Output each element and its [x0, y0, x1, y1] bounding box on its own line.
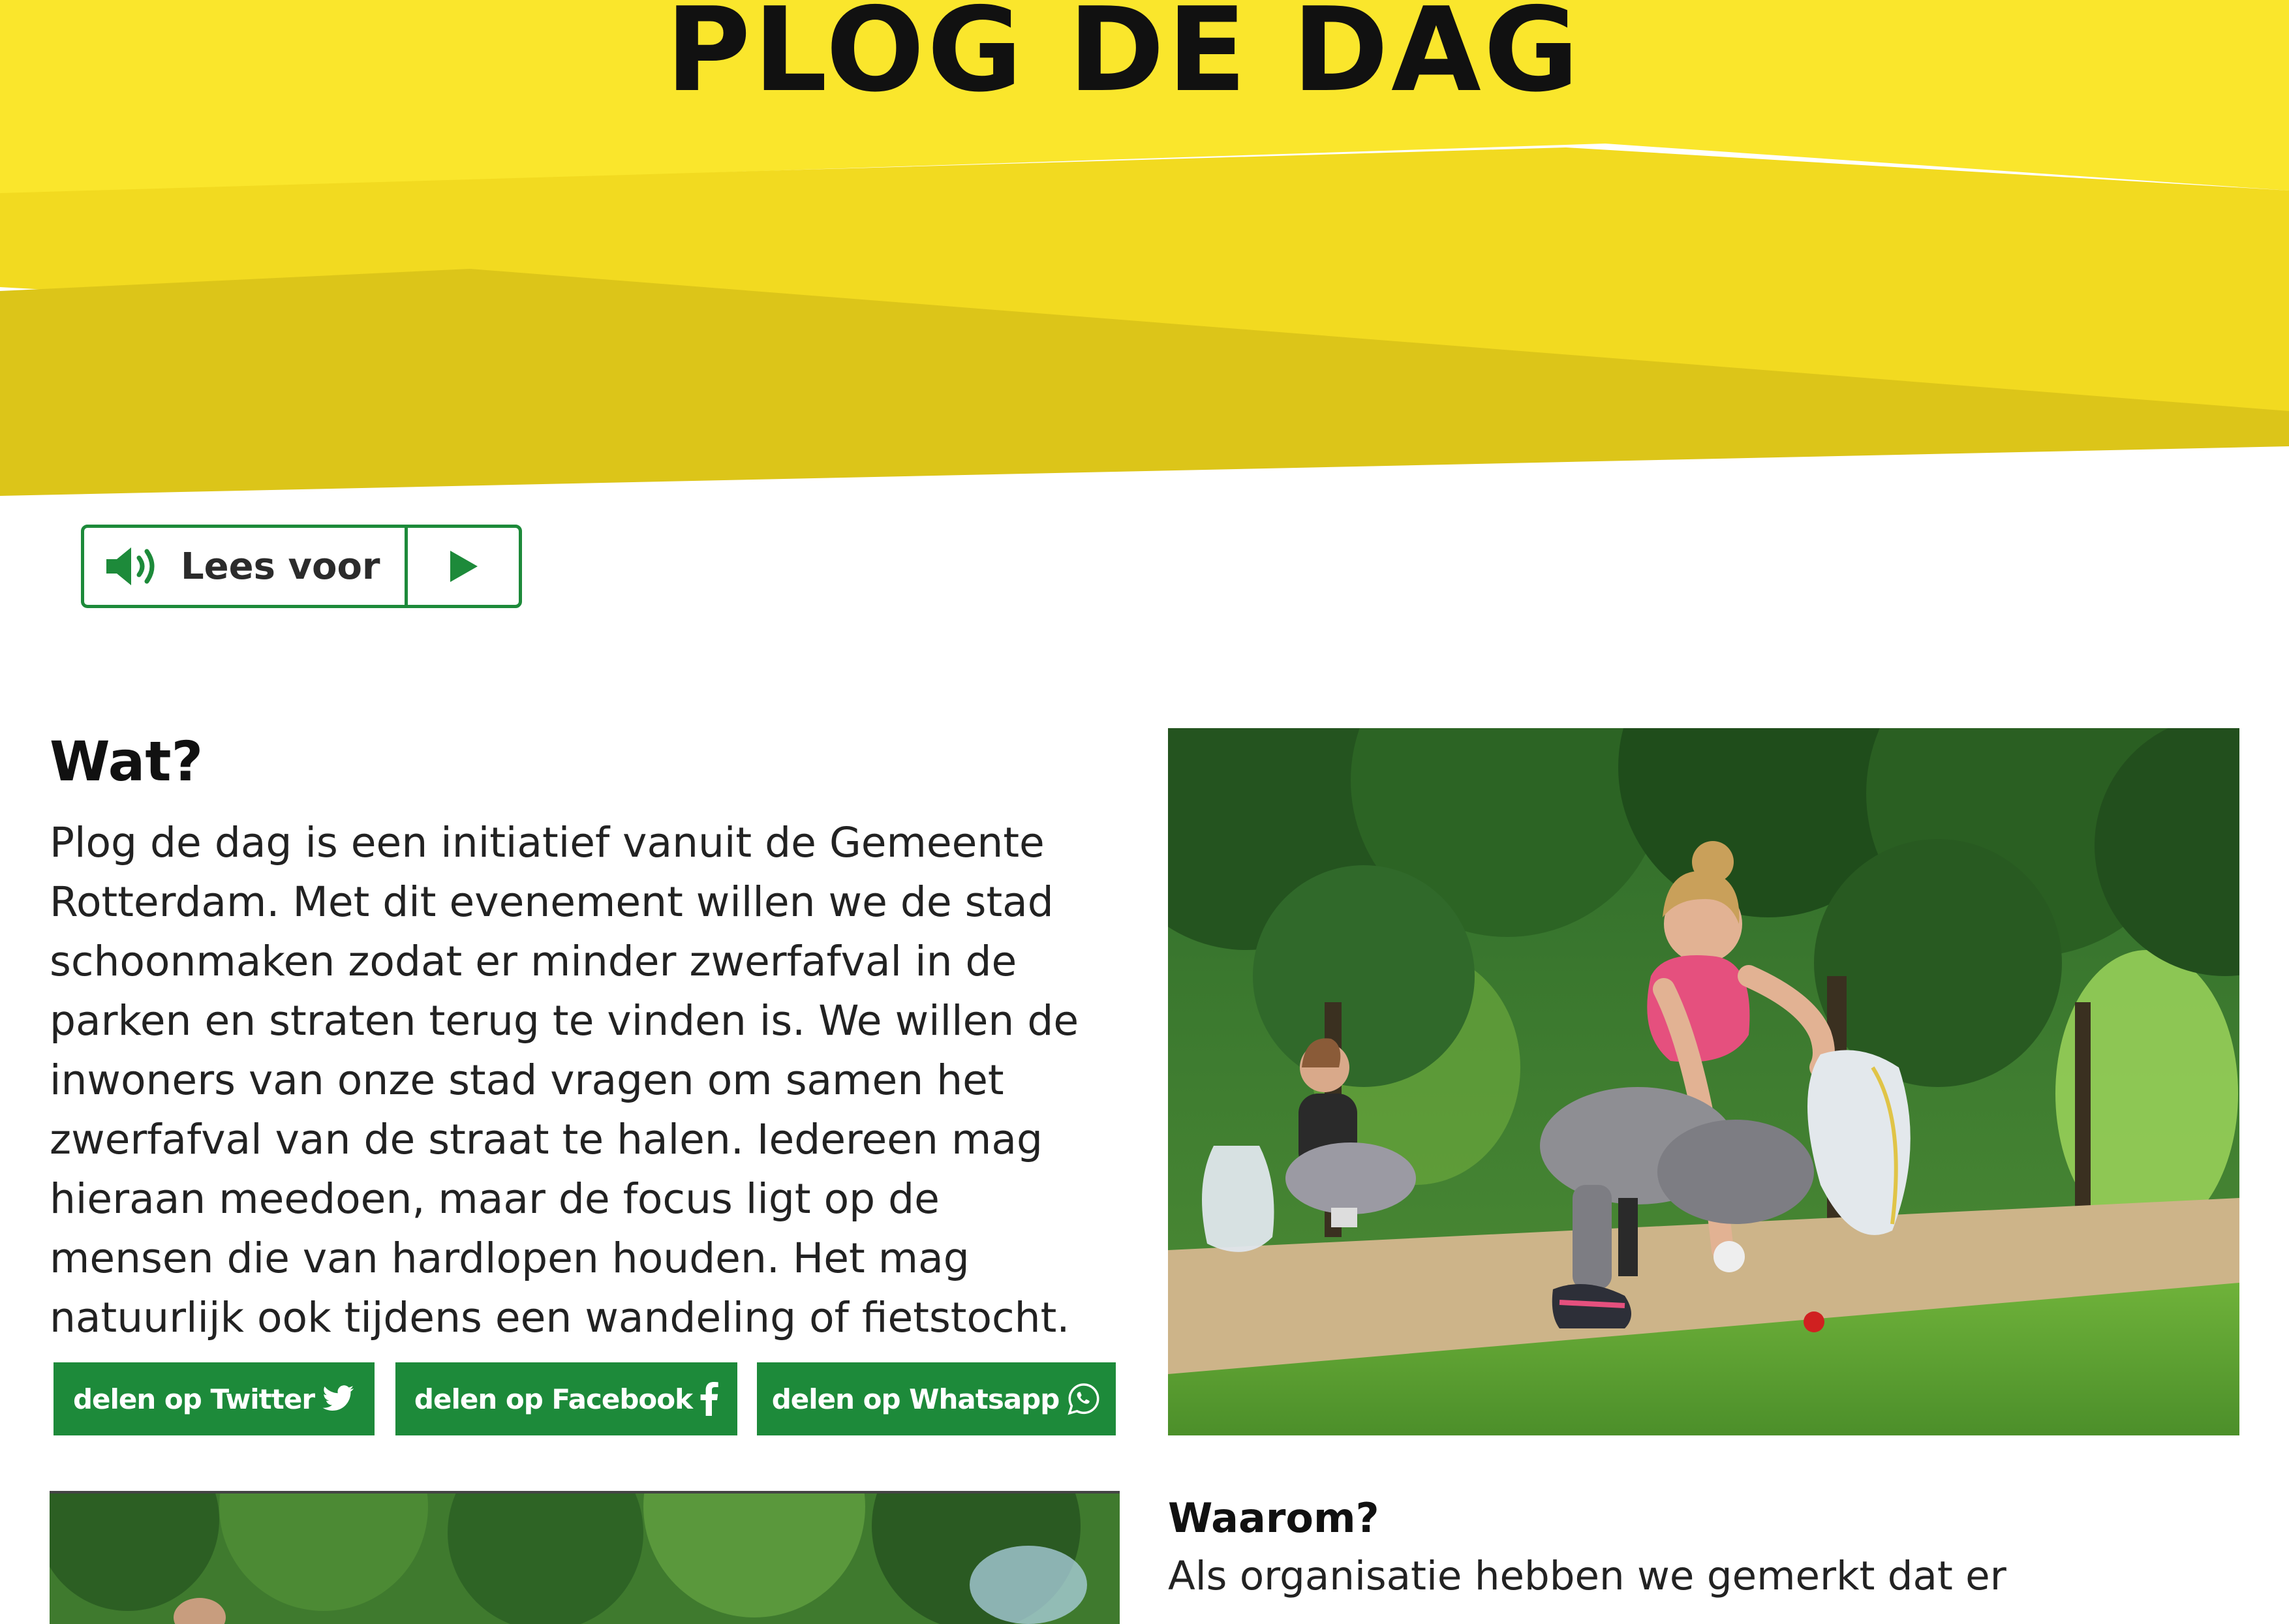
section-heading-wat: Wat? [50, 729, 204, 793]
share-twitter-label: delen op Twitter [72, 1383, 315, 1415]
share-whatsapp-button[interactable]: delen op Whatsapp [757, 1362, 1116, 1435]
read-aloud-label: Lees voor [181, 545, 380, 588]
secondary-photo [50, 1491, 1120, 1624]
header-banner: PLOG DE DAG [0, 0, 2289, 509]
plogging-illustration [1168, 728, 2239, 1435]
share-facebook-button[interactable]: delen op Facebook [395, 1362, 737, 1435]
whatsapp-icon [1067, 1382, 1101, 1416]
play-icon [445, 547, 482, 586]
waarom-paragraph-first-line: Als organisatie hebben we gemerkt dat er [1168, 1553, 2006, 1599]
paragraph-line: schoonmaken zodat er minder zwerfafval i… [50, 938, 1017, 985]
secondary-photo-illustration [50, 1494, 1120, 1624]
paragraph-line: natuurlijk ook tijdens een wandeling of … [50, 1294, 1070, 1341]
page-title: PLOG DE DAG [666, 0, 1582, 117]
paragraph-line: hieraan meedoen, maar de focus ligt op d… [50, 1175, 940, 1223]
share-facebook-label: delen op Facebook [414, 1383, 693, 1415]
paragraph-line: inwoners van onze stad vragen om samen h… [50, 1056, 1004, 1104]
paragraph-line: zwerfafval van de straat te halen. Ieder… [50, 1116, 1043, 1163]
facebook-icon [700, 1382, 718, 1416]
wat-paragraph: Plog de dag is een initiatief vanuit de … [50, 813, 1133, 1347]
paragraph-line: parken en straten terug te vinden is. We… [50, 997, 1079, 1045]
read-aloud-button[interactable]: Lees voor [84, 528, 408, 605]
share-whatsapp-label: delen op Whatsapp [771, 1383, 1060, 1415]
play-button[interactable] [408, 528, 519, 605]
twitter-icon [322, 1385, 355, 1413]
plogging-photo [1168, 728, 2239, 1435]
read-aloud-widget: Lees voor [81, 525, 522, 608]
paragraph-line: Rotterdam. Met dit evenement willen we d… [50, 878, 1054, 926]
share-twitter-button[interactable]: delen op Twitter [54, 1362, 375, 1435]
paragraph-line: Plog de dag is een initiatief vanuit de … [50, 819, 1045, 866]
section-heading-waarom: Waarom? [1168, 1494, 1379, 1542]
paragraph-line: mensen die van hardlopen houden. Het mag [50, 1234, 970, 1282]
speaker-icon [104, 544, 162, 589]
